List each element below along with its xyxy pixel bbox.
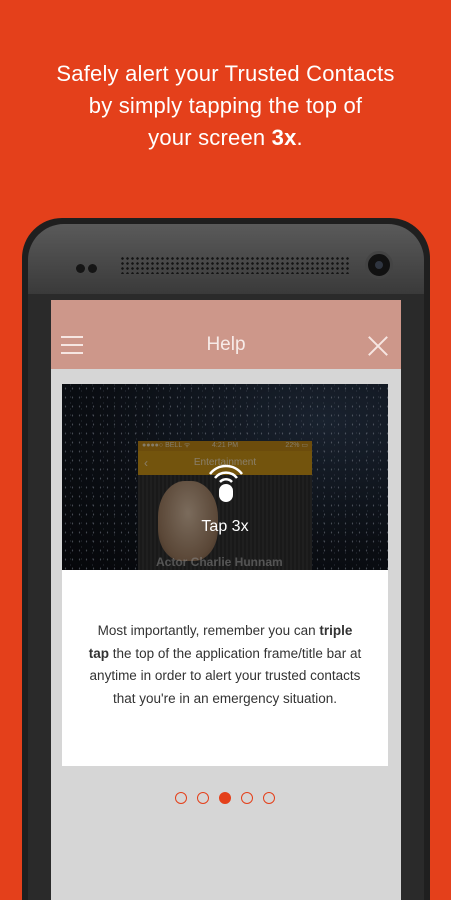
headline-line-1: Safely alert your Trusted Contacts [56,61,395,86]
close-icon[interactable] [367,335,389,357]
page-dot-3-active[interactable] [219,792,231,804]
tap-label: Tap 3x [201,518,249,535]
page-dot-1[interactable] [175,792,187,804]
page-dot-5[interactable] [263,792,275,804]
app-screen: Help ●●●●○ BELL ᯤ 4:21 PM 22% ▭ ‹ Entert… [51,300,401,900]
page-indicator [175,792,275,806]
sensor-dot [76,264,85,273]
headline-line-3: your screen 3x. [148,125,303,150]
help-illustration: ●●●●○ BELL ᯤ 4:21 PM 22% ▭ ‹ Entertainme… [62,384,388,570]
front-camera [365,251,393,279]
page-dot-4[interactable] [241,792,253,804]
app-bar[interactable]: Help [51,300,401,369]
page-dot-2[interactable] [197,792,209,804]
help-card: ●●●●○ BELL ᯤ 4:21 PM 22% ▭ ‹ Entertainme… [62,384,388,766]
page-title: Help [206,334,246,355]
promo-headline: Safely alert your Trusted Contacts by si… [0,58,451,154]
phone-top-bezel [28,224,424,294]
sensor-dot [88,264,97,273]
speaker-grille [120,256,350,274]
help-body-text: Most importantly, remember you can tripl… [88,623,362,706]
lock-signal-icon [209,464,243,502]
headline-line-2: by simply tapping the top of [88,93,363,118]
